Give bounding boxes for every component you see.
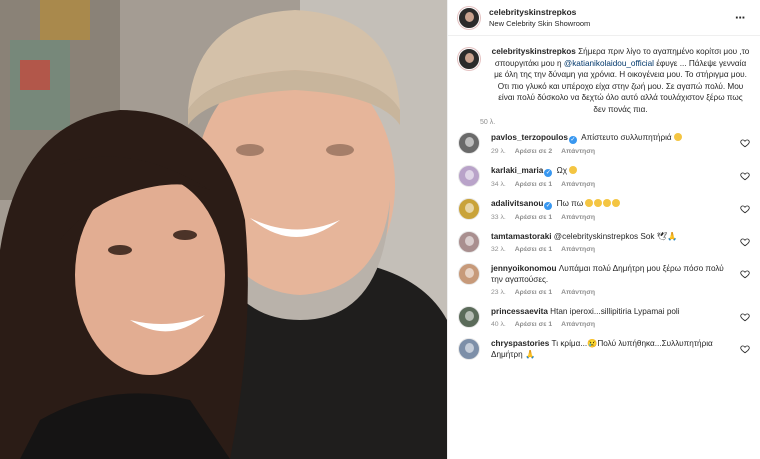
- comment-time[interactable]: 23 λ.: [491, 289, 506, 296]
- author-info: celebrityskinstrepkos New Celebrity Skin…: [489, 7, 730, 28]
- verified-badge-icon: ✓: [544, 169, 553, 177]
- comment-text: pavlos_terzopoulos ✓ Απίστευτο συλλυπητήρ…: [491, 132, 732, 144]
- comment-meta: 29 λ. Αρέσει σε 2 Απάντηση: [491, 148, 732, 155]
- comment-username[interactable]: tamtamastoraki: [491, 232, 552, 241]
- comment-username[interactable]: chryspastories: [491, 339, 549, 348]
- heart-icon[interactable]: [740, 204, 750, 214]
- comment-body: Htan iperoxi...sillipitiria Lypamai poli: [547, 307, 680, 316]
- instagram-post: celebrityskinstrepkos New Celebrity Skin…: [0, 0, 760, 459]
- comment-meta: 33 λ. Αρέσει σε 1 Απάντηση: [491, 214, 732, 221]
- comment-list: pavlos_terzopoulos ✓ Απίστευτο συλλυπητήρ…: [448, 132, 760, 360]
- sad-face-icon: [603, 199, 612, 207]
- comment-text: adalivitsanou ✓ Πω πω: [491, 198, 732, 210]
- caption-mention[interactable]: @katianikolaidou_official: [564, 59, 654, 68]
- commenter-avatar[interactable]: [458, 263, 480, 285]
- comment-likes[interactable]: Αρέσει σε 2: [515, 148, 552, 155]
- heart-icon[interactable]: [740, 237, 750, 247]
- comment-username[interactable]: karlaki_maria: [491, 166, 543, 175]
- reply-button[interactable]: Απάντηση: [561, 246, 595, 253]
- ellipsis-icon[interactable]: ···: [730, 10, 750, 25]
- comment-text: karlaki_maria ✓ Ωχ: [491, 165, 732, 177]
- commenter-avatar[interactable]: [458, 132, 480, 154]
- comment-body: Ωχ: [554, 166, 570, 175]
- sad-face-icon: [585, 199, 594, 207]
- reply-button[interactable]: Απάντηση: [561, 148, 595, 155]
- heart-icon[interactable]: [740, 171, 750, 181]
- commenter-avatar[interactable]: [458, 231, 480, 253]
- commenter-avatar[interactable]: [458, 306, 480, 328]
- commenter-avatar[interactable]: [458, 165, 480, 187]
- author-avatar[interactable]: [458, 6, 480, 29]
- sad-face-icon: [673, 133, 682, 141]
- sad-face-icon: [594, 199, 603, 207]
- verified-badge-icon: ✓: [544, 202, 553, 210]
- heart-icon[interactable]: [740, 312, 750, 322]
- verified-badge-icon: ✓: [568, 136, 577, 144]
- comment-likes[interactable]: Αρέσει σε 1: [515, 289, 552, 296]
- comment-username[interactable]: adalivitsanou: [491, 199, 543, 208]
- comment-item: adalivitsanou ✓ Πω πω 33 λ. Αρέσει σε 1 Απά…: [458, 198, 750, 221]
- caption-username[interactable]: celebrityskinstrepkos: [492, 47, 576, 56]
- caption-text: celebrityskinstrepkos Σήμερα πριν λίγο τ…: [491, 46, 750, 115]
- comment-time[interactable]: 34 λ.: [491, 181, 506, 188]
- heart-icon[interactable]: [740, 344, 750, 354]
- comment-body: Απίστευτο συλλυπητήριά: [578, 133, 674, 142]
- comment-item: princessaevita Htan iperoxi...sillipitir…: [458, 306, 750, 328]
- post-caption: celebrityskinstrepkos Σήμερα πριν λίγο τ…: [448, 36, 760, 132]
- caption-author-avatar[interactable]: [458, 48, 480, 70]
- comment-username[interactable]: princessaevita: [491, 307, 548, 316]
- comment-username[interactable]: jennyoikonomou: [491, 264, 557, 273]
- comment-body: Πω πω: [554, 199, 586, 208]
- comment-meta: 40 λ. Αρέσει σε 1 Απάντηση: [491, 321, 732, 328]
- selfie-image: [0, 0, 447, 459]
- comment-meta: 23 λ. Αρέσει σε 1 Απάντηση: [491, 289, 732, 296]
- author-username[interactable]: celebrityskinstrepkos: [489, 7, 730, 17]
- comment-text: princessaevita Htan iperoxi...sillipitir…: [491, 306, 732, 317]
- post-location[interactable]: New Celebrity Skin Showroom: [489, 19, 730, 28]
- post-header: celebrityskinstrepkos New Celebrity Skin…: [448, 0, 760, 36]
- comment-time[interactable]: 40 λ.: [491, 321, 506, 328]
- post-side-panel: celebrityskinstrepkos New Celebrity Skin…: [447, 0, 760, 459]
- comment-body: @celebrityskinstrepkos Sok 🕊🙏: [551, 232, 678, 241]
- caption-time[interactable]: 50 λ.: [480, 119, 750, 126]
- reply-button[interactable]: Απάντηση: [561, 321, 595, 328]
- comment-item: chryspastories Τι κρίμα...😢Πολύ λυπήθηκα…: [458, 338, 750, 360]
- comment-item: karlaki_maria ✓ Ωχ 34 λ. Αρέσει σε 1 Απάντη…: [458, 165, 750, 188]
- comment-likes[interactable]: Αρέσει σε 1: [515, 181, 552, 188]
- reply-button[interactable]: Απάντηση: [561, 289, 595, 296]
- comment-username[interactable]: pavlos_terzopoulos: [491, 133, 568, 142]
- comment-item: jennyoikonomou Λυπάμαι πολύ Δημήτρη μου …: [458, 263, 750, 296]
- reply-button[interactable]: Απάντηση: [561, 214, 595, 221]
- sad-face-icon: [612, 199, 621, 207]
- comment-time[interactable]: 33 λ.: [491, 214, 506, 221]
- comment-time[interactable]: 29 λ.: [491, 148, 506, 155]
- post-photo[interactable]: [0, 0, 447, 459]
- comment-item: tamtamastoraki @celebrityskinstrepkos So…: [458, 231, 750, 253]
- commenter-avatar[interactable]: [458, 338, 480, 360]
- comment-likes[interactable]: Αρέσει σε 1: [515, 246, 552, 253]
- comment-text: tamtamastoraki @celebrityskinstrepkos So…: [491, 231, 732, 242]
- sad-face-icon: [569, 166, 578, 174]
- commenter-avatar[interactable]: [458, 198, 480, 220]
- comment-text: chryspastories Τι κρίμα...😢Πολύ λυπήθηκα…: [491, 338, 732, 360]
- comment-meta: 32 λ. Αρέσει σε 1 Απάντηση: [491, 246, 732, 253]
- comment-likes[interactable]: Αρέσει σε 1: [515, 321, 552, 328]
- comment-meta: 34 λ. Αρέσει σε 1 Απάντηση: [491, 181, 732, 188]
- heart-icon[interactable]: [740, 138, 750, 148]
- comment-likes[interactable]: Αρέσει σε 1: [515, 214, 552, 221]
- comment-text: jennyoikonomou Λυπάμαι πολύ Δημήτρη μου …: [491, 263, 732, 285]
- comment-time[interactable]: 32 λ.: [491, 246, 506, 253]
- comment-item: pavlos_terzopoulos ✓ Απίστευτο συλλυπητήρ…: [458, 132, 750, 155]
- reply-button[interactable]: Απάντηση: [561, 181, 595, 188]
- heart-icon[interactable]: [740, 269, 750, 279]
